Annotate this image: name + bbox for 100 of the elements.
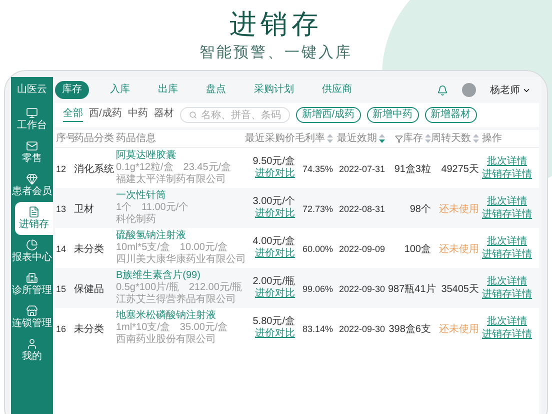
drug-spec: 10ml*5支/盒 10.00元/盒 — [116, 242, 228, 254]
detail-link[interactable]: 进销存详情 — [482, 208, 532, 221]
detail-link[interactable]: 批次详情 — [487, 275, 527, 288]
detail-link[interactable]: 批次详情 — [487, 315, 527, 328]
user-icon — [26, 338, 38, 350]
drug-maker: 西南药业股份有限公司 — [116, 334, 216, 346]
filter-tab[interactable]: 器材 — [154, 108, 174, 122]
add-button[interactable]: 新增西/成药 — [296, 107, 361, 123]
drug-spec: 1个 11.00元/个 — [116, 202, 189, 214]
table-cell-text: 4.00元/盒 — [252, 236, 295, 248]
nav-tab[interactable]: 入库 — [103, 81, 137, 99]
nav-tab[interactable]: 供应商 — [315, 81, 359, 99]
table-cell: 72.73% — [302, 204, 333, 214]
table-cell: 保健品 — [74, 284, 104, 295]
table-cell: 2022-07-31 — [338, 164, 385, 174]
drug-spec: 1ml*10支/盒 35.00元/盒 — [116, 322, 228, 334]
column-header: 毛利率 — [295, 132, 325, 146]
table-cell: 2022-09-30 — [338, 284, 385, 294]
detail-link[interactable]: 进销存详情 — [482, 288, 532, 301]
detail-link[interactable]: 批次详情 — [487, 155, 527, 168]
table-cell: 未分类 — [74, 324, 104, 335]
table-cell-text: 5.80元/盒 — [252, 316, 295, 328]
detail-link[interactable]: 批次详情 — [487, 235, 527, 248]
table-cell: 99.06% — [302, 284, 333, 294]
column-header: 库存 — [403, 132, 423, 146]
filter-tab[interactable]: 全部 — [63, 108, 83, 122]
sidebar-item[interactable]: 连锁管理 — [11, 301, 53, 334]
table-cell: 14 — [56, 244, 66, 254]
sidebar-item[interactable]: 我的 — [11, 334, 53, 367]
app-logo: 山医云 — [16, 82, 48, 97]
sort-icon[interactable] — [425, 134, 431, 143]
filter-tab[interactable]: 西/成药 — [89, 108, 122, 122]
add-button[interactable]: 新增中药 — [366, 107, 419, 123]
search-icon — [188, 111, 197, 119]
table-cell: 987瓶41片 — [388, 284, 436, 295]
store-icon — [26, 305, 38, 317]
detail-link[interactable]: 进销存详情 — [482, 248, 532, 261]
filter-tab[interactable]: 中药 — [128, 108, 148, 122]
table-cell: 还未使用 — [439, 324, 479, 335]
price-compare-link[interactable]: 进价对比 — [255, 288, 295, 300]
price-compare-link[interactable]: 进价对比 — [255, 248, 295, 260]
add-button[interactable]: 新增器材 — [424, 107, 477, 123]
table-cell: 消化系统 — [74, 164, 114, 175]
nav-tab[interactable]: 盘点 — [199, 81, 233, 99]
nav-tab[interactable]: 出库 — [151, 81, 185, 99]
nav-tab[interactable]: 采购计划 — [247, 81, 301, 99]
drug-name[interactable]: B族维生素含片(99) — [116, 270, 200, 282]
sidebar-item[interactable]: 进销存 — [15, 202, 53, 235]
drug-maker: 四川美大康华康药业有限公司 — [116, 254, 246, 266]
table-cell: 100盒 — [404, 244, 431, 255]
drug-name[interactable]: 地塞米松磷酸钠注射液 — [116, 310, 216, 322]
user-name[interactable]: 杨老师 — [490, 82, 520, 98]
drug-spec: 0.1g*12粒/盒 23.45元/盒 — [116, 162, 232, 174]
price-compare-link[interactable]: 进价对比 — [255, 208, 295, 220]
table-cell: 91盒3粒 — [394, 164, 431, 175]
table-cell: 还未使用 — [439, 244, 479, 255]
drug-maker: 科伦制药 — [116, 214, 156, 226]
detail-link[interactable]: 进销存详情 — [482, 328, 532, 341]
column-header: 最近采购价 — [245, 132, 295, 146]
notification-bell-icon[interactable] — [437, 84, 448, 96]
column-header: 药品信息 — [116, 132, 156, 146]
table-cell: 398盒6支 — [388, 324, 431, 335]
sidebar-item[interactable]: 工作台 — [11, 103, 53, 136]
detail-link[interactable]: 进销存详情 — [482, 168, 532, 181]
sort-icon[interactable] — [327, 134, 333, 143]
table-cell: 2022-08-31 — [338, 204, 385, 214]
drug-spec: 0.5g*100片/瓶 212.00元/瓶 — [116, 282, 242, 294]
column-header: 操作 — [482, 132, 502, 146]
table-cell: 49275天 — [441, 164, 479, 175]
filter-icon[interactable] — [395, 134, 403, 142]
table-cell: 2022-09-30 — [338, 324, 385, 334]
table-cell: 15 — [56, 284, 66, 294]
table-cell: 98个 — [410, 204, 431, 215]
price-compare-link[interactable]: 进价对比 — [255, 328, 295, 340]
avatar — [462, 83, 476, 97]
table-cell: 卫材 — [74, 204, 94, 215]
sidebar-item[interactable]: 诊所管理 — [11, 268, 53, 301]
table-cell: 16 — [56, 324, 66, 334]
table-cell: 2022-09-09 — [338, 244, 385, 254]
sidebar-item[interactable]: 零售 — [11, 136, 53, 169]
table-cell-text: 3.00元/个 — [252, 196, 295, 208]
price-compare-link[interactable]: 进价对比 — [255, 168, 295, 180]
drug-name[interactable]: 阿莫达唑胶囊 — [116, 150, 176, 162]
sort-icon[interactable] — [473, 134, 479, 143]
detail-link[interactable]: 批次详情 — [487, 195, 527, 208]
sidebar-item[interactable]: 报表中心 — [11, 235, 53, 268]
drug-name[interactable]: 一次性针筒 — [116, 190, 166, 202]
table-cell: 还未使用 — [439, 204, 479, 215]
search-field[interactable]: 名称、拼音、条码 — [180, 107, 290, 123]
sort-icon[interactable] — [379, 134, 385, 143]
diamond-icon — [26, 173, 38, 185]
drug-maker: 福建太平洋制药有限公司 — [116, 174, 226, 186]
drug-name[interactable]: 硫酸氢钠注射液 — [116, 230, 186, 242]
sidebar-item[interactable]: 患者会员 — [11, 169, 53, 202]
nav-tab[interactable]: 库存 — [55, 81, 89, 99]
column-header: 最近效期 — [337, 132, 377, 146]
pie-chart-icon — [26, 239, 38, 251]
table-cell: 未分类 — [74, 244, 104, 255]
column-header: 药品分类 — [74, 132, 114, 146]
column-header: 序号 — [56, 132, 76, 146]
